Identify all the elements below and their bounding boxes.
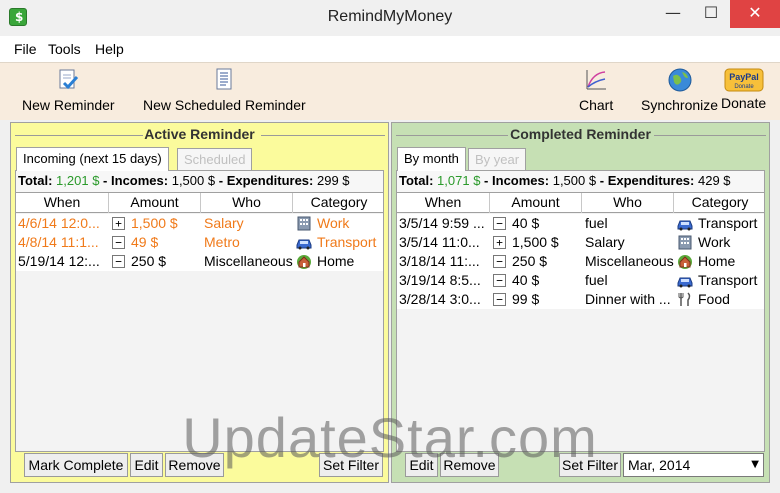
column-who[interactable]: Who: [582, 193, 674, 213]
car-icon: [677, 277, 693, 288]
remove-button[interactable]: Remove: [440, 453, 499, 477]
active-incomes: 1,500 $: [171, 173, 216, 188]
active-reminder-panel: Active Reminder Incoming (next 15 days) …: [10, 122, 389, 483]
table-row[interactable]: 5/19/14 12:... −250 $ Miscellaneous Home: [16, 252, 383, 271]
new-reminder-icon: [59, 69, 79, 90]
new-reminder-button[interactable]: New Reminder: [22, 67, 115, 113]
house-icon: [297, 254, 311, 269]
completed-reminder-panel: Completed Reminder By month By year Tota…: [391, 122, 770, 483]
scheduled-list-icon: [216, 68, 232, 90]
paypal-donate-icon: PayPal Donate: [724, 68, 764, 92]
active-panel-title: Active Reminder: [144, 126, 255, 142]
income-sign: +: [112, 216, 125, 230]
set-filter-button[interactable]: Set Filter: [319, 453, 383, 477]
active-grid-header: When Amount Who Category: [16, 193, 383, 213]
edit-button[interactable]: Edit: [405, 453, 438, 477]
chart-button[interactable]: Chart: [579, 67, 613, 113]
column-amount[interactable]: Amount: [490, 193, 582, 213]
remove-button[interactable]: Remove: [165, 453, 224, 477]
month-select-value: Mar, 2014: [628, 457, 691, 473]
completed-summary: Total: 1,071 $ - Incomes: 1,500 $ - Expe…: [399, 173, 731, 188]
globe-icon: [668, 68, 692, 92]
completed-expenditures: 429 $: [698, 173, 731, 188]
completed-grid-header: When Amount Who Category: [397, 193, 764, 213]
tab-by-month[interactable]: By month: [397, 147, 466, 171]
completed-panel-title: Completed Reminder: [510, 126, 651, 142]
column-category[interactable]: Category: [674, 193, 766, 213]
table-row[interactable]: 3/5/14 11:0... +1,500 $ Salary Work: [397, 233, 764, 252]
active-total: 1,201 $: [56, 173, 100, 188]
column-when[interactable]: When: [16, 193, 109, 213]
active-tab-body: Total: 1,201 $ - Incomes: 1,500 $ - Expe…: [15, 170, 384, 452]
close-button[interactable]: ✕: [730, 0, 780, 28]
house-icon: [678, 254, 692, 269]
menu-bar: File Tools Help: [0, 36, 780, 62]
paypal-donate-text: Donate: [734, 84, 754, 90]
column-category[interactable]: Category: [293, 193, 385, 213]
synchronize-button[interactable]: Synchronize: [641, 67, 718, 113]
table-row[interactable]: 4/8/14 11:1... −49 $ Metro Transport: [16, 233, 383, 252]
expense-sign: −: [493, 273, 506, 287]
completed-total: 1,071 $: [437, 173, 481, 188]
expense-sign: −: [112, 235, 125, 249]
completed-grid[interactable]: When Amount Who Category 3/5/14 9:59 ...…: [397, 192, 764, 451]
active-summary: Total: 1,201 $ - Incomes: 1,500 $ - Expe…: [18, 173, 350, 188]
month-select[interactable]: Mar, 2014 ▼: [623, 453, 764, 477]
set-filter-button[interactable]: Set Filter: [559, 453, 621, 477]
paypal-logo-text: PayPal: [729, 72, 759, 82]
expense-sign: −: [112, 254, 125, 268]
completed-incomes: 1,500 $: [552, 173, 597, 188]
menu-help[interactable]: Help: [95, 41, 124, 57]
income-sign: +: [493, 235, 506, 249]
expense-sign: −: [493, 216, 506, 230]
toolbar: New Reminder New Scheduled Reminder Char…: [0, 62, 780, 120]
expense-sign: −: [493, 254, 506, 268]
completed-tab-body: Total: 1,071 $ - Incomes: 1,500 $ - Expe…: [396, 170, 765, 452]
chart-icon: [586, 70, 607, 90]
minimize-button[interactable]: —: [654, 0, 692, 28]
active-grid[interactable]: When Amount Who Category 4/6/14 12:0... …: [16, 192, 383, 451]
building-icon: [297, 216, 311, 231]
car-icon: [296, 239, 312, 250]
fork-knife-icon: [678, 292, 691, 306]
menu-tools[interactable]: Tools: [48, 41, 81, 57]
new-scheduled-reminder-button[interactable]: New Scheduled Reminder: [143, 67, 306, 113]
edit-button[interactable]: Edit: [130, 453, 163, 477]
tab-incoming[interactable]: Incoming (next 15 days): [16, 147, 169, 171]
chevron-down-icon[interactable]: ▼: [751, 454, 759, 476]
menu-file[interactable]: File: [14, 41, 37, 57]
table-row[interactable]: 3/5/14 9:59 ... −40 $ fuel Transport: [397, 214, 764, 233]
table-row[interactable]: 4/6/14 12:0... +1,500 $ Salary Work: [16, 214, 383, 233]
mark-complete-button[interactable]: Mark Complete: [24, 453, 128, 477]
tab-scheduled[interactable]: Scheduled: [177, 148, 253, 170]
car-icon: [677, 220, 693, 231]
table-row[interactable]: 3/28/14 3:0... −99 $ Dinner with ... Foo…: [397, 290, 764, 309]
maximize-button[interactable]: ☐: [692, 0, 730, 28]
expense-sign: −: [493, 292, 506, 306]
donate-button[interactable]: PayPal Donate Donate: [721, 67, 766, 111]
table-row[interactable]: 3/19/14 8:5... −40 $ fuel Transport: [397, 271, 764, 290]
active-expenditures: 299 $: [317, 173, 350, 188]
table-row[interactable]: 3/18/14 11:... −250 $ Miscellaneous Home: [397, 252, 764, 271]
building-icon: [678, 235, 692, 250]
column-amount[interactable]: Amount: [109, 193, 201, 213]
tab-by-year[interactable]: By year: [468, 148, 527, 170]
column-who[interactable]: Who: [201, 193, 293, 213]
column-when[interactable]: When: [397, 193, 490, 213]
title-bar: RemindMyMoney — ☐ ✕: [0, 0, 780, 36]
